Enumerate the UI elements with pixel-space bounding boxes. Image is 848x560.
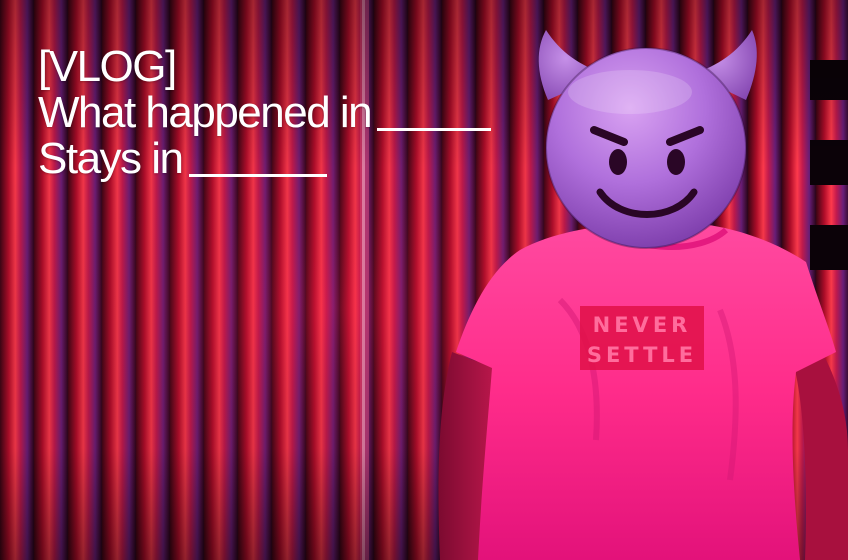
smiling-face-with-horns-icon	[538, 30, 757, 249]
vlog-tag: [VLOG]	[38, 42, 177, 91]
title-line-1: What happened in	[38, 88, 492, 137]
shirt-print-line1: NEVER	[593, 313, 692, 337]
title-line-1-text: What happened in	[38, 88, 373, 137]
title-overlay: [VLOG] What happened in Stays in	[38, 42, 492, 182]
blank-line-2	[188, 138, 327, 177]
shirt-print: NEVER SETTLE	[580, 306, 704, 370]
shirt-print-line2: SETTLE	[587, 343, 697, 367]
vlog-thumbnail: NEVER SETTLE [VLOG] What happened in Sta…	[0, 0, 848, 560]
title-line-2-text: Stays in	[38, 134, 184, 183]
blank-line-1	[377, 92, 492, 131]
title-line-2: Stays in	[38, 136, 491, 182]
